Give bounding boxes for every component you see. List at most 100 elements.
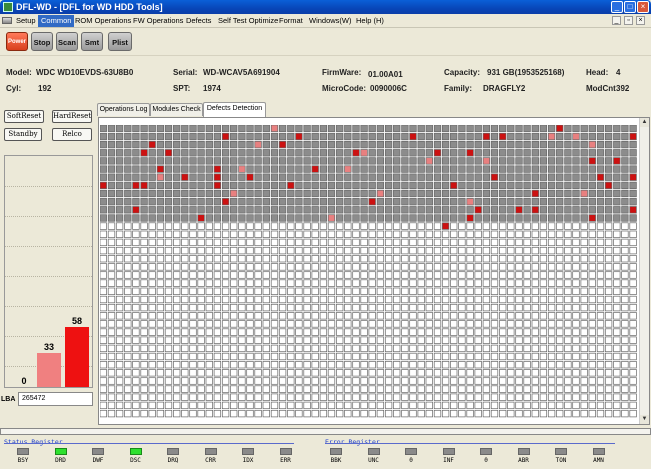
grid-cell bbox=[213, 287, 222, 295]
lba-field[interactable]: 265472 bbox=[18, 392, 93, 406]
grid-cell bbox=[368, 132, 376, 141]
minimize-button[interactable]: _ bbox=[611, 1, 623, 13]
grid-cell bbox=[327, 328, 336, 336]
grid-cell bbox=[270, 344, 279, 353]
grid-cell bbox=[556, 189, 564, 198]
grid-cell bbox=[613, 385, 621, 393]
menu-help[interactable]: Help (H) bbox=[353, 15, 387, 27]
grid-cell bbox=[556, 206, 564, 214]
standby-button[interactable]: Standby bbox=[4, 128, 42, 141]
grid-cell bbox=[409, 189, 417, 198]
grid-cell bbox=[254, 377, 262, 385]
relco-button[interactable]: Relco bbox=[52, 128, 92, 141]
grid-cell bbox=[466, 344, 474, 353]
grid-cell bbox=[270, 140, 279, 149]
grid-cell bbox=[539, 125, 548, 132]
grid-cell bbox=[205, 361, 213, 369]
grid-cell bbox=[327, 377, 336, 385]
grid-cell bbox=[278, 303, 287, 312]
grid-cell bbox=[360, 189, 368, 198]
grid-cell bbox=[156, 181, 165, 190]
grid-cell bbox=[368, 157, 376, 165]
grid-cell bbox=[466, 377, 474, 385]
smart-button[interactable]: Smt bbox=[81, 32, 103, 51]
grid-cell bbox=[311, 181, 319, 190]
grid-cell bbox=[466, 214, 474, 222]
mdi-restore-button[interactable]: ▫ bbox=[624, 16, 633, 25]
mdi-close-button[interactable]: × bbox=[636, 16, 645, 25]
menu-fw-operations[interactable]: FW Operations bbox=[130, 15, 186, 27]
menu-rom-operations[interactable]: ROM Operations bbox=[72, 15, 134, 27]
grid-cell bbox=[376, 222, 385, 230]
grid-cell bbox=[572, 132, 580, 141]
grid-cell bbox=[189, 230, 197, 238]
grid-cell bbox=[197, 140, 205, 149]
grid-cell bbox=[523, 312, 531, 320]
maximize-button[interactable]: □ bbox=[624, 1, 636, 13]
grid-cell bbox=[425, 238, 433, 247]
grid-cell bbox=[523, 125, 531, 132]
grid-cell bbox=[417, 140, 425, 149]
stop-button[interactable]: Stop bbox=[31, 32, 53, 51]
grid-cell bbox=[360, 279, 368, 287]
grid-cell bbox=[189, 361, 197, 369]
menu-self-test-optimize[interactable]: Self Test Optimize bbox=[215, 15, 281, 27]
menu-defects[interactable]: Defects bbox=[183, 15, 214, 27]
grid-cell bbox=[393, 401, 401, 410]
plist-button[interactable]: Plist bbox=[108, 32, 132, 51]
grid-cell bbox=[401, 181, 409, 190]
grid-cell bbox=[441, 361, 450, 369]
grid-cell bbox=[441, 165, 450, 173]
grid-cell bbox=[499, 352, 507, 361]
grid-cell bbox=[531, 295, 539, 304]
mdi-minimize-button[interactable]: _ bbox=[612, 16, 621, 25]
grid-cell bbox=[173, 263, 181, 271]
grid-cell bbox=[580, 271, 588, 279]
menu-windows[interactable]: Windows(W) bbox=[306, 15, 355, 27]
hard-reset-button[interactable]: HardReset bbox=[52, 110, 92, 123]
grid-cell bbox=[409, 393, 417, 401]
grid-cell bbox=[458, 157, 466, 165]
window-menu-icon[interactable] bbox=[2, 17, 12, 24]
grid-cell bbox=[156, 198, 165, 206]
grid-cell bbox=[173, 165, 181, 173]
grid-cell bbox=[287, 198, 295, 206]
grid-cell bbox=[523, 352, 531, 361]
grid-cell bbox=[124, 181, 132, 190]
grid-cell bbox=[336, 149, 344, 157]
grid-cell bbox=[181, 393, 189, 401]
soft-reset-button[interactable]: SoftReset bbox=[4, 110, 44, 123]
grid-cell bbox=[132, 206, 140, 214]
grid-cell bbox=[482, 132, 491, 141]
close-button[interactable]: × bbox=[637, 1, 649, 13]
tab-defects-detection[interactable]: Defects Detection bbox=[203, 102, 266, 117]
grid-cell bbox=[531, 328, 539, 336]
power-button[interactable]: Power bbox=[6, 32, 28, 51]
menu-setup[interactable]: Setup bbox=[13, 15, 39, 27]
grid-cell bbox=[613, 157, 621, 165]
grid-cell bbox=[181, 385, 189, 393]
tab-operations-log[interactable]: Operations Log bbox=[97, 103, 150, 116]
grid-cell bbox=[124, 238, 132, 247]
grid-cell bbox=[140, 352, 148, 361]
grid-cell bbox=[360, 336, 368, 344]
grid-cell bbox=[205, 295, 213, 304]
grid-cell bbox=[368, 149, 376, 157]
grid-cell bbox=[547, 198, 556, 206]
vertical-scrollbar[interactable]: ▲ ▼ bbox=[639, 118, 649, 424]
menu-format[interactable]: Format bbox=[276, 15, 306, 27]
scan-button[interactable]: Scan bbox=[56, 32, 78, 51]
grid-cell bbox=[417, 295, 425, 304]
grid-cell bbox=[181, 352, 189, 361]
grid-cell bbox=[132, 198, 140, 206]
tab-modules-check[interactable]: Modules Check bbox=[150, 103, 203, 116]
grid-cell bbox=[409, 246, 417, 255]
scroll-down-icon[interactable]: ▼ bbox=[640, 415, 649, 424]
grid-cell bbox=[458, 393, 466, 401]
menu-common[interactable]: Common bbox=[38, 15, 75, 27]
scroll-up-icon[interactable]: ▲ bbox=[640, 118, 649, 127]
grid-cell bbox=[262, 344, 270, 353]
grid-cell bbox=[450, 328, 458, 336]
grid-cell bbox=[433, 287, 442, 295]
grid-cell bbox=[278, 393, 287, 401]
